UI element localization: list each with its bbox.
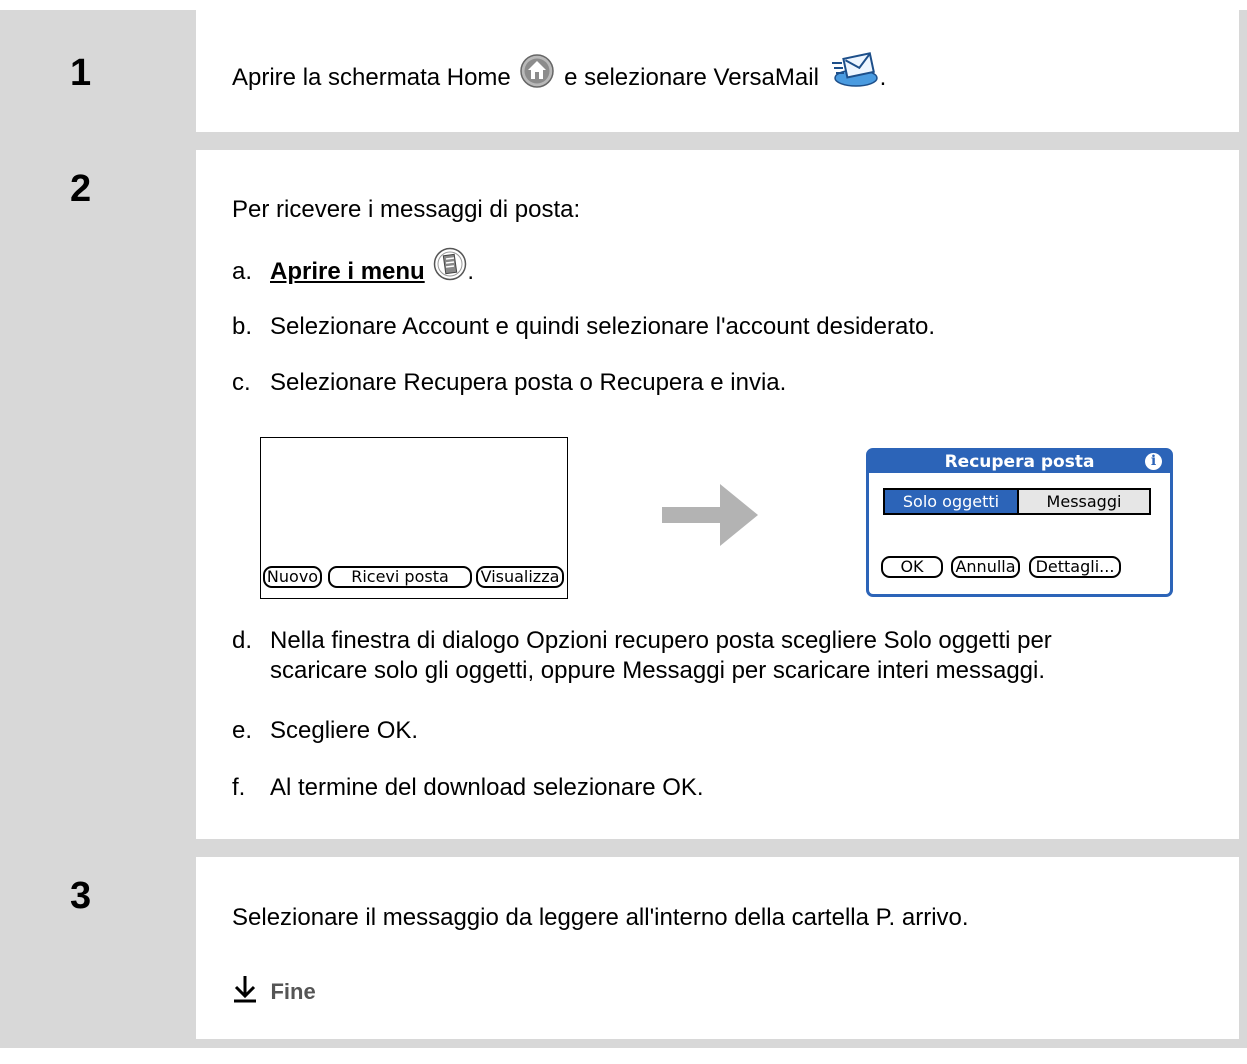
step-1-text-before: Aprire la schermata Home xyxy=(232,63,511,91)
right-arrow-icon xyxy=(662,480,762,555)
done-marker: Fine xyxy=(232,974,316,1004)
step-number-1: 1 xyxy=(70,52,92,94)
item-label-d: d. xyxy=(232,627,253,654)
item-label-e: e. xyxy=(232,717,253,744)
step-1-text-after: . xyxy=(879,63,887,91)
steps-frame: 1 Aprire la schermata Home e selezionare… xyxy=(0,10,1247,1048)
item-label-b: b. xyxy=(232,313,253,340)
step-2-item-d: d. Nella finestra di dialogo Opzioni recu… xyxy=(232,627,1052,655)
view-button[interactable]: Visualizza xyxy=(476,566,564,588)
step-number-3: 3 xyxy=(70,875,92,917)
segment-headers-only[interactable]: Solo oggetti xyxy=(885,490,1019,513)
get-mail-button[interactable]: Ricevi posta xyxy=(328,566,472,588)
step-3-text: Selezionare il messaggio da leggere all'… xyxy=(232,904,969,931)
versamail-icon xyxy=(830,51,880,96)
step-2-box: Per ricevere i messaggi di posta: a. Apri… xyxy=(196,150,1239,839)
home-icon xyxy=(519,53,555,96)
details-button[interactable]: Dettagli... xyxy=(1029,556,1121,578)
item-e-text: Scegliere OK. xyxy=(270,717,419,744)
step-number-2: 2 xyxy=(70,168,92,210)
step-2-item-e: e. Scegliere OK. xyxy=(232,717,418,745)
item-label-c: c. xyxy=(232,369,251,396)
step-2-item-f: f. Al termine del download selezionare OK… xyxy=(232,774,704,802)
open-menus-link[interactable]: Aprire i menu xyxy=(270,258,425,285)
step-1-text: Aprire la schermata Home e selezionare V… xyxy=(232,52,887,96)
ok-button[interactable]: OK xyxy=(881,556,943,578)
cancel-button[interactable]: Annulla xyxy=(951,556,1020,578)
info-icon[interactable]: i xyxy=(1145,453,1162,470)
get-mail-dialog: Recupera posta i Solo oggetti Messaggi O… xyxy=(866,448,1173,597)
menu-icon xyxy=(433,247,467,288)
step-2-item-c: c. Selezionare Recupera posta o Recupera … xyxy=(232,369,786,397)
item-d-line2: scaricare solo gli oggetti, oppure Messa… xyxy=(270,657,1046,684)
item-f-text: Al termine del download selezionare OK. xyxy=(270,774,704,801)
item-label-f: f. xyxy=(232,774,246,801)
item-a-after: . xyxy=(467,257,475,285)
retrieve-segment-control: Solo oggetti Messaggi xyxy=(883,488,1151,515)
step-1-box: Aprire la schermata Home e selezionare V… xyxy=(196,10,1239,132)
step-2-item-a: a. Aprire i menu . xyxy=(232,247,475,288)
step-1-text-middle: e selezionare VersaMail xyxy=(564,63,819,91)
segment-messages[interactable]: Messaggi xyxy=(1019,490,1149,513)
item-c-text: Selezionare Recupera posta o Recupera e … xyxy=(270,369,787,396)
list-screen: Nuovo Ricevi posta Visualizza xyxy=(260,437,568,599)
dialog-title: Recupera posta xyxy=(944,452,1095,472)
dialog-title-bar: Recupera posta i xyxy=(869,451,1170,473)
item-d-line1: Nella finestra di dialogo Opzioni recupe… xyxy=(270,627,1052,654)
step-2-item-b: b. Selezionare Account e quindi seleziona… xyxy=(232,313,935,341)
item-b-text: Selezionare Account e quindi selezionare… xyxy=(270,313,936,340)
step-2-intro: Per ricevere i messaggi di posta: xyxy=(232,196,581,223)
item-label-a: a. xyxy=(232,257,253,285)
done-label[interactable]: Fine xyxy=(270,979,315,1004)
down-arrow-icon xyxy=(232,974,258,1009)
step-3-box: Selezionare il messaggio da leggere all'… xyxy=(196,857,1239,1039)
new-button[interactable]: Nuovo xyxy=(263,566,322,588)
